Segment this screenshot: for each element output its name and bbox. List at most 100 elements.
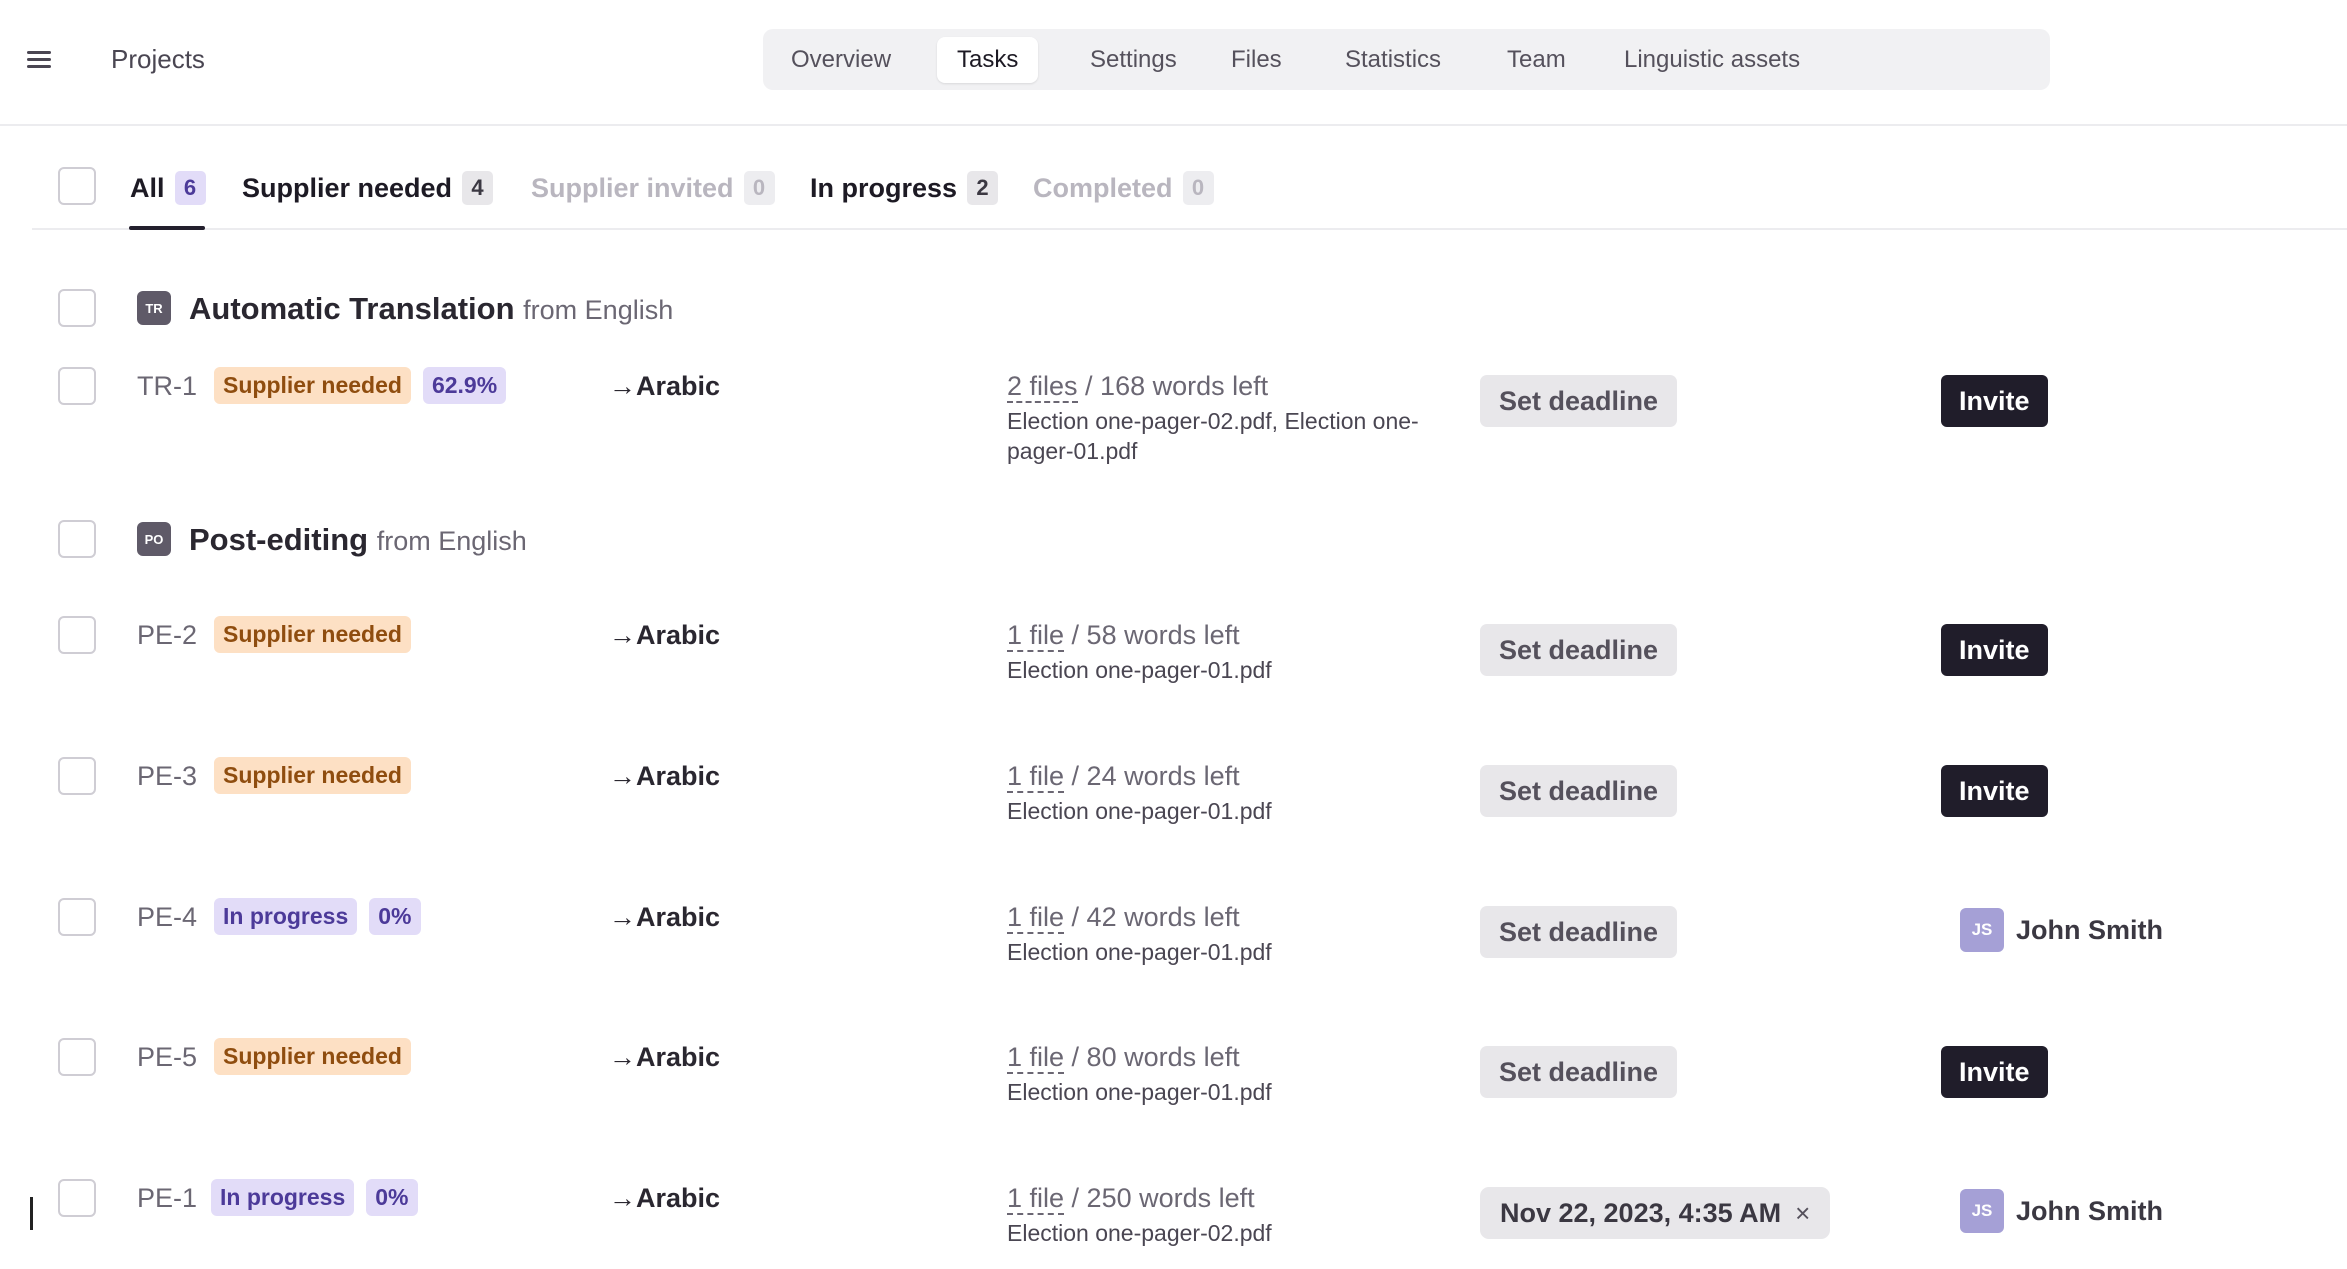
- target-language: →Arabic: [609, 1183, 721, 1213]
- group-checkbox[interactable]: [58, 520, 96, 558]
- clear-deadline-icon[interactable]: ×: [1795, 1187, 1810, 1239]
- group-checkbox[interactable]: [58, 289, 96, 327]
- group-source-language: from English: [376, 526, 527, 556]
- task-files: 1 file / 42 words left Election one-page…: [1007, 902, 1427, 967]
- task-row[interactable]: PE-5 Supplier needed →Arabic 1 file / 80…: [58, 1038, 2308, 1148]
- assignee[interactable]: JS John Smith: [1960, 908, 2163, 952]
- group-title: Automatic Translation from English: [189, 289, 673, 330]
- select-all-checkbox[interactable]: [58, 167, 96, 205]
- words-left: / 24 words left: [1064, 761, 1240, 791]
- invite-button[interactable]: Invite: [1941, 624, 2048, 676]
- set-deadline-button[interactable]: Set deadline: [1480, 1046, 1678, 1098]
- target-language: →Arabic: [609, 371, 721, 401]
- files-link[interactable]: 1 file: [1007, 902, 1065, 934]
- hamburger-menu-icon[interactable]: [24, 47, 58, 73]
- avatar: JS: [1960, 1189, 2004, 1233]
- assignee[interactable]: JS John Smith: [1960, 1189, 2163, 1233]
- files-link[interactable]: 1 file: [1007, 620, 1065, 652]
- target-language: →Arabic: [609, 1042, 721, 1072]
- post-editing-icon: PO: [137, 522, 171, 556]
- tab-statistics[interactable]: Statistics: [1325, 37, 1461, 83]
- status-badge: Supplier needed: [214, 757, 411, 794]
- progress-badge: 0%: [369, 898, 421, 935]
- task-checkbox[interactable]: [58, 616, 96, 654]
- task-checkbox[interactable]: [58, 898, 96, 936]
- task-badges: Supplier needed 62.9%: [214, 367, 507, 404]
- invite-button[interactable]: Invite: [1941, 1046, 2048, 1098]
- filter-all[interactable]: All 6: [130, 168, 206, 208]
- task-checkbox[interactable]: [58, 1038, 96, 1076]
- filter-label: Completed: [1033, 172, 1173, 203]
- words-left: / 42 words left: [1064, 902, 1240, 932]
- words-left: / 80 words left: [1064, 1042, 1240, 1072]
- active-filter-underline: [129, 226, 205, 230]
- files-link[interactable]: 1 file: [1007, 761, 1065, 793]
- file-names: Election one-pager-01.pdf: [1007, 1079, 1272, 1105]
- projects-breadcrumb[interactable]: Projects: [111, 44, 205, 75]
- filter-count: 0: [743, 171, 775, 205]
- file-names: Election one-pager-02.pdf: [1007, 1220, 1272, 1246]
- words-left: / 168 words left: [1077, 371, 1269, 401]
- task-checkbox[interactable]: [58, 757, 96, 795]
- task-id: PE-5: [137, 1042, 198, 1072]
- filter-count: 4: [462, 171, 494, 205]
- filter-label: Supplier invited: [531, 172, 734, 203]
- invite-button[interactable]: Invite: [1941, 375, 2048, 427]
- filter-supplier-needed[interactable]: Supplier needed 4: [242, 168, 494, 208]
- task-row[interactable]: TR-1 Supplier needed 62.9% →Arabic 2 fil…: [58, 367, 2308, 477]
- set-deadline-button[interactable]: Set deadline: [1480, 765, 1678, 817]
- progress-badge: 0%: [366, 1179, 418, 1216]
- set-deadline-button[interactable]: Set deadline: [1480, 624, 1678, 676]
- task-row[interactable]: PE-2 Supplier needed →Arabic 1 file / 58…: [58, 616, 2308, 726]
- task-row[interactable]: PE-3 Supplier needed →Arabic 1 file / 24…: [58, 757, 2308, 867]
- status-badge: Supplier needed: [214, 616, 411, 653]
- assignee-name: John Smith: [2016, 914, 2163, 945]
- words-left: / 58 words left: [1064, 620, 1240, 650]
- task-badges: Supplier needed: [214, 757, 411, 794]
- filter-count: 2: [967, 171, 999, 205]
- tab-tasks[interactable]: Tasks: [937, 37, 1039, 83]
- project-tabs: Overview Tasks Settings Files Statistics…: [763, 29, 2050, 90]
- task-checkbox[interactable]: [58, 1179, 96, 1217]
- tab-settings[interactable]: Settings: [1070, 37, 1197, 83]
- tab-files[interactable]: Files: [1211, 37, 1302, 83]
- filter-supplier-invited[interactable]: Supplier invited 0: [531, 168, 775, 208]
- status-badge: Supplier needed: [214, 367, 411, 404]
- file-names: Election one-pager-02.pdf, Election one-…: [1007, 408, 1419, 464]
- tab-team[interactable]: Team: [1487, 37, 1586, 83]
- assignee-name: John Smith: [2016, 1195, 2163, 1226]
- task-files: 1 file / 58 words left Election one-page…: [1007, 620, 1427, 685]
- set-deadline-button[interactable]: Set deadline: [1480, 375, 1678, 427]
- filter-label: In progress: [810, 172, 958, 203]
- text-cursor: [30, 1197, 33, 1230]
- words-left: / 250 words left: [1064, 1183, 1255, 1213]
- group-title-text: Post-editing: [189, 522, 369, 557]
- task-files: 1 file / 250 words left Election one-pag…: [1007, 1183, 1427, 1248]
- task-checkbox[interactable]: [58, 367, 96, 405]
- file-names: Election one-pager-01.pdf: [1007, 939, 1272, 965]
- task-row[interactable]: PE-1 In progress 0% →Arabic 1 file / 250…: [58, 1179, 2308, 1269]
- files-link[interactable]: 1 file: [1007, 1183, 1065, 1215]
- set-deadline-button[interactable]: Set deadline: [1480, 906, 1678, 958]
- filter-completed[interactable]: Completed 0: [1033, 168, 1214, 208]
- file-names: Election one-pager-01.pdf: [1007, 657, 1272, 683]
- invite-button[interactable]: Invite: [1941, 765, 2048, 817]
- group-source-language: from English: [523, 295, 674, 325]
- avatar: JS: [1960, 908, 2004, 952]
- status-badge: Supplier needed: [214, 1038, 411, 1075]
- filter-label: All: [130, 172, 165, 203]
- filter-count: 0: [1182, 171, 1214, 205]
- files-link[interactable]: 1 file: [1007, 1042, 1065, 1074]
- deadline-chip[interactable]: Nov 22, 2023, 4:35 AM ×: [1480, 1187, 1831, 1239]
- status-badge: In progress: [214, 898, 358, 935]
- tab-overview[interactable]: Overview: [771, 37, 911, 83]
- top-bar: Projects Overview Tasks Settings Files S…: [0, 0, 2347, 126]
- filter-in-progress[interactable]: In progress 2: [810, 168, 999, 208]
- task-id: PE-2: [137, 620, 198, 650]
- task-id: PE-3: [137, 761, 198, 791]
- task-id: PE-1: [137, 1183, 198, 1213]
- task-row[interactable]: PE-4 In progress 0% →Arabic 1 file / 42 …: [58, 898, 2308, 1008]
- files-link[interactable]: 2 files: [1007, 371, 1078, 403]
- tab-linguistic-assets[interactable]: Linguistic assets: [1604, 37, 1820, 83]
- target-language: →Arabic: [609, 761, 721, 791]
